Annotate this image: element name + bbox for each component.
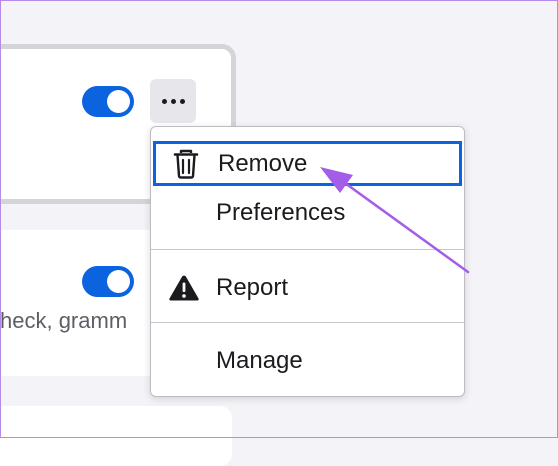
- menu-item-report-label: Report: [216, 274, 289, 301]
- menu-item-report[interactable]: Report: [151, 266, 464, 310]
- menu-separator: [151, 249, 464, 250]
- extension-1-more-options-button[interactable]: [150, 79, 196, 123]
- menu-item-manage[interactable]: Manage: [151, 339, 464, 383]
- extension-context-menu: Remove Preferences Report Manage: [150, 126, 465, 397]
- extension-1-enable-toggle[interactable]: [82, 86, 134, 117]
- more-dot-icon: [179, 98, 185, 104]
- menu-separator: [151, 322, 464, 323]
- menu-item-remove[interactable]: Remove: [153, 141, 462, 186]
- extension-2-description: heck, gramm: [0, 308, 128, 333]
- menu-item-manage-label: Manage: [216, 347, 303, 374]
- trash-icon: [170, 148, 202, 180]
- more-dot-icon: [161, 98, 167, 104]
- extension-card-3: [0, 406, 232, 466]
- menu-item-preferences[interactable]: Preferences: [151, 191, 464, 235]
- warning-icon: [168, 272, 200, 304]
- menu-item-remove-label: Remove: [218, 149, 308, 177]
- more-dot-icon: [170, 98, 176, 104]
- extension-2-enable-toggle[interactable]: [82, 266, 134, 297]
- menu-item-preferences-label: Preferences: [216, 199, 346, 226]
